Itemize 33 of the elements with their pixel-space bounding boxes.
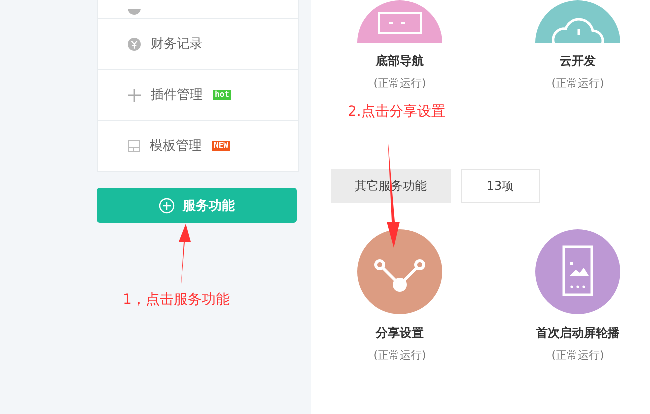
service-icon[interactable] <box>535 0 621 43</box>
service-name: 底部导航 <box>376 53 424 70</box>
menu-badge: hot <box>213 90 232 100</box>
annotation-text: 2.点击分享设置 <box>348 103 446 121</box>
plus-icon <box>128 88 141 102</box>
plus-circle-icon <box>159 198 175 214</box>
service-status: (正常运行) <box>552 76 604 91</box>
tab-bar-icon <box>378 12 422 34</box>
share-icon <box>374 260 426 292</box>
cloud-icon <box>552 18 604 43</box>
service-icon[interactable] <box>535 229 621 315</box>
service-name: 云开发 <box>560 53 596 70</box>
menu-item[interactable]: 财务记录 <box>98 18 298 69</box>
service-icon[interactable] <box>357 0 443 43</box>
menu-label: 财务记录 <box>151 36 203 53</box>
service-status: (正常运行) <box>374 76 426 91</box>
phone-image-icon <box>562 246 594 296</box>
service-status: (正常运行) <box>374 348 426 363</box>
arrow-drawing <box>176 224 194 290</box>
service-icon[interactable] <box>357 229 443 315</box>
menu-item[interactable]: 模板管理 NEW <box>98 120 298 171</box>
menu-badge: NEW <box>212 141 230 151</box>
yen-coin-icon <box>128 38 141 50</box>
service-name: 首次启动屏轮播 <box>536 325 620 342</box>
service-status: (正常运行) <box>552 348 604 363</box>
menu-label: 插件管理 <box>151 87 203 104</box>
menu-label: 模板管理 <box>150 138 202 155</box>
service-name: 分享设置 <box>376 325 424 342</box>
menu-item[interactable]: 插件管理 hot <box>98 69 298 120</box>
template-icon <box>128 140 140 152</box>
annotation-text: 1，点击服务功能 <box>123 291 230 309</box>
section-title: 其它服务功能 <box>331 169 451 203</box>
section-count: 13项 <box>461 169 540 203</box>
